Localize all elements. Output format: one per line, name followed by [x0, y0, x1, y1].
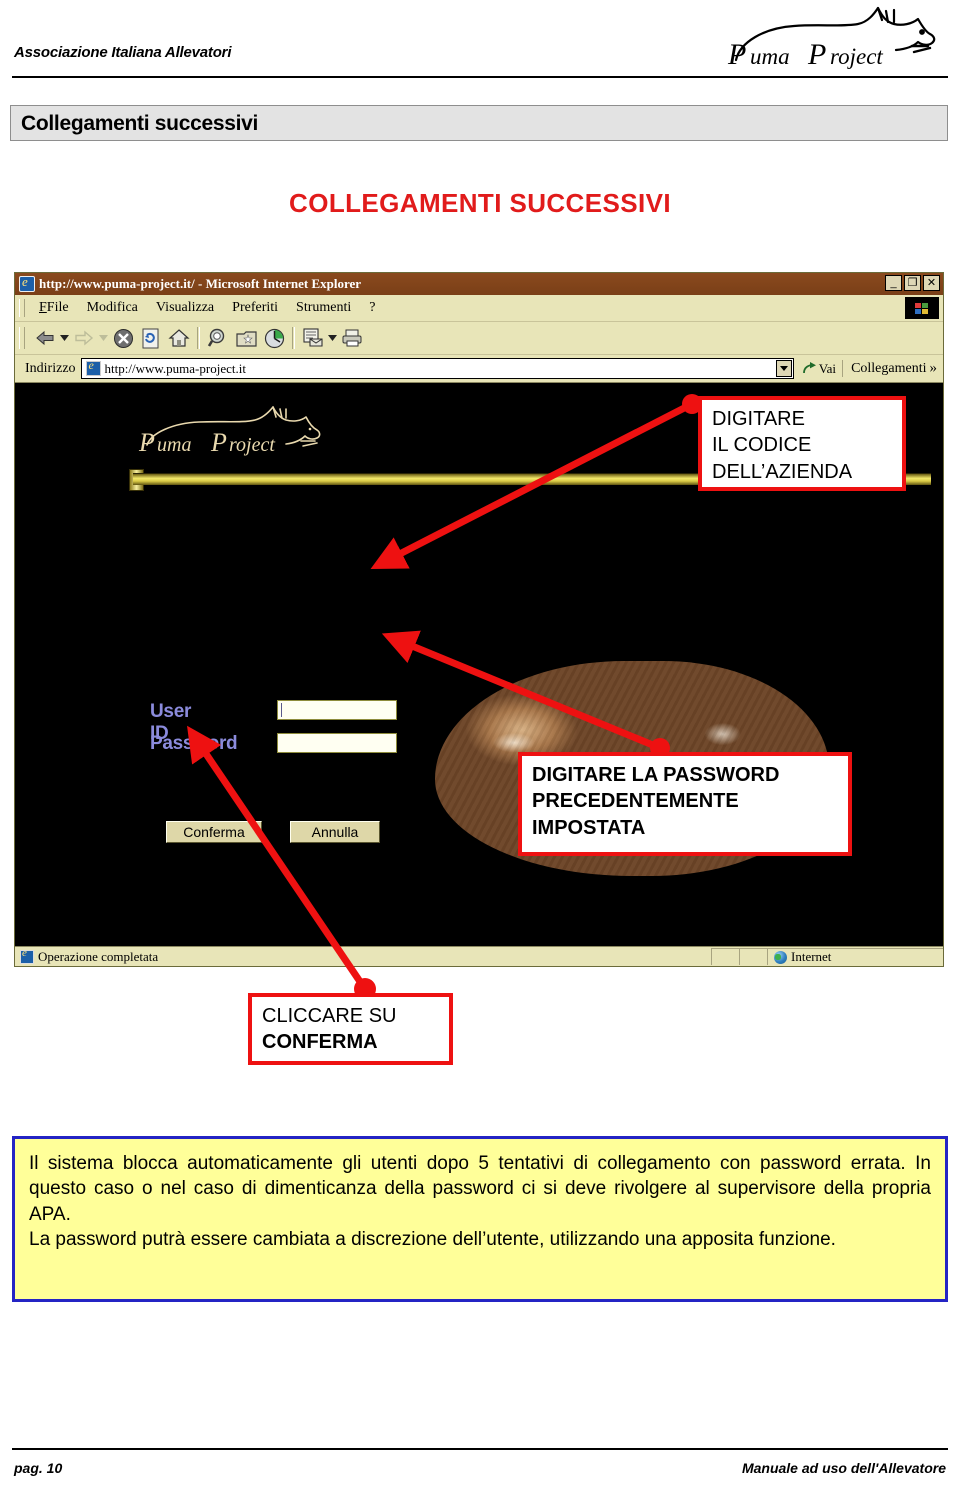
toolbar-separator [292, 327, 295, 349]
window-controls: _ ❐ ✕ [885, 275, 940, 291]
callout-cliccare-conferma: CLICCARE SU CONFERMA [248, 993, 453, 1065]
password-field[interactable] [277, 733, 397, 753]
site-puma-project-logo: P uma P roject [133, 405, 333, 467]
minimize-button[interactable]: _ [885, 275, 902, 291]
password-label: Password [150, 733, 238, 754]
ie-page-icon [20, 947, 34, 964]
page-header: Associazione Italiana Allevatori P uma P… [0, 0, 960, 82]
home-icon[interactable] [166, 325, 192, 351]
address-label: Indirizzo [25, 360, 76, 376]
security-zone: Internet [767, 948, 943, 965]
internet-globe-icon [774, 950, 787, 964]
chevron-down-icon[interactable] [775, 360, 792, 377]
puma-silhouette-logo: P uma P roject [716, 2, 946, 74]
favorites-icon[interactable] [233, 325, 259, 351]
callout-line: IMPOSTATA [532, 816, 646, 839]
ie-page-icon [85, 358, 101, 376]
svg-text:P: P [807, 38, 826, 71]
status-pane-2 [739, 948, 767, 965]
links-label: Collegamenti [851, 360, 927, 376]
menu-preferiti[interactable]: Preferiti [223, 298, 287, 318]
links-button[interactable]: Collegamenti » [842, 360, 937, 377]
conferma-button[interactable]: Conferma [166, 821, 262, 843]
organization-name: Associazione Italiana Allevatori [14, 44, 232, 61]
menu-file[interactable]: FFile [30, 298, 78, 318]
page-title: COLLEGAMENTI SUCCESSIVI [289, 188, 671, 218]
menu-help[interactable]: ? [360, 298, 384, 318]
toolbar-separator [197, 327, 200, 349]
security-zone-label: Internet [791, 949, 832, 964]
note-paragraph: Il sistema blocca automaticamente gli ut… [29, 1153, 931, 1225]
forward-dropdown-icon [98, 325, 109, 351]
go-label: Vai [818, 360, 837, 376]
forward-arrow-icon [71, 325, 97, 351]
toolbar-grip[interactable] [19, 327, 25, 349]
svg-text:P: P [727, 38, 746, 71]
ie-page-icon [19, 274, 35, 292]
section-title: Collegamenti successivi [21, 112, 259, 135]
chevrons-right-icon: » [929, 360, 938, 376]
svg-text:P: P [210, 428, 227, 457]
menu-strumenti[interactable]: Strumenti [287, 298, 360, 318]
status-pane-1 [711, 948, 739, 965]
callout-digitare-password: DIGITARE LA PASSWORD PRECEDENTEMENTE IMP… [518, 752, 852, 856]
header-divider [12, 76, 948, 78]
address-value: http://www.puma-project.it [104, 360, 246, 376]
print-icon[interactable] [339, 325, 365, 351]
note-paragraph: La password putrà essere cambiata a disc… [29, 1228, 836, 1250]
back-arrow-icon[interactable] [32, 325, 58, 351]
callout-line: IL CODICE [712, 434, 812, 457]
refresh-icon[interactable] [138, 325, 164, 351]
status-message: Operazione completata [38, 948, 159, 964]
browser-address-bar: Indirizzo http://www.puma-project.it Vai… [15, 355, 943, 383]
callout-line: DIGITARE LA PASSWORD [532, 764, 780, 786]
mail-icon[interactable] [300, 325, 326, 351]
callout-line: DIGITARE [712, 408, 805, 430]
section-title-bar: Collegamenti successivi [10, 105, 948, 141]
footer-divider [12, 1448, 948, 1450]
callout-line: CLICCARE SU [262, 1005, 397, 1027]
browser-status-bar: Operazione completata Internet [15, 946, 943, 966]
page-number: pag. 10 [14, 1460, 63, 1476]
svg-text:P: P [138, 428, 155, 457]
browser-menu-bar: FFile Modifica Visualizza Preferiti Stru… [15, 295, 943, 322]
callout-line: CONFERMA [262, 1031, 378, 1054]
user-id-field[interactable] [277, 700, 397, 720]
svg-text:uma: uma [750, 44, 790, 69]
ie-logo-badge-icon [905, 297, 939, 319]
manual-label: Manuale ad uso dell'Allevatore [741, 1460, 946, 1476]
back-dropdown-icon[interactable] [59, 325, 70, 351]
search-icon[interactable] [205, 325, 231, 351]
svg-text:roject: roject [229, 434, 275, 456]
browser-window-title: http://www.puma-project.it/ - Microsoft … [39, 276, 362, 291]
browser-window-screenshot: http://www.puma-project.it/ - Microsoft … [14, 272, 944, 967]
close-button[interactable]: ✕ [923, 275, 940, 291]
menu-visualizza[interactable]: Visualizza [147, 298, 223, 318]
address-input[interactable]: http://www.puma-project.it [80, 358, 794, 379]
callout-line: DELL’AZIENDA [712, 460, 853, 483]
browser-toolbar [15, 322, 943, 355]
mail-dropdown-icon[interactable] [327, 325, 338, 351]
svg-text:roject: roject [830, 44, 883, 69]
annulla-button[interactable]: Annulla [290, 821, 380, 843]
browser-title-bar: http://www.puma-project.it/ - Microsoft … [15, 273, 943, 295]
stop-icon[interactable] [110, 325, 136, 351]
svg-text:uma: uma [157, 434, 191, 456]
menu-modifica[interactable]: Modifica [78, 298, 147, 318]
history-icon[interactable] [261, 325, 287, 351]
go-button[interactable]: Vai [802, 361, 836, 377]
callout-line: PRECEDENTEMENTE [532, 790, 739, 813]
note-box: Il sistema blocca automaticamente gli ut… [12, 1136, 948, 1302]
restore-button[interactable]: ❐ [904, 275, 921, 291]
go-arrow-icon [802, 361, 816, 373]
callout-digitare-codice: DIGITARE IL CODICE DELL’AZIENDA [698, 396, 906, 491]
menubar-grip[interactable] [19, 299, 25, 317]
